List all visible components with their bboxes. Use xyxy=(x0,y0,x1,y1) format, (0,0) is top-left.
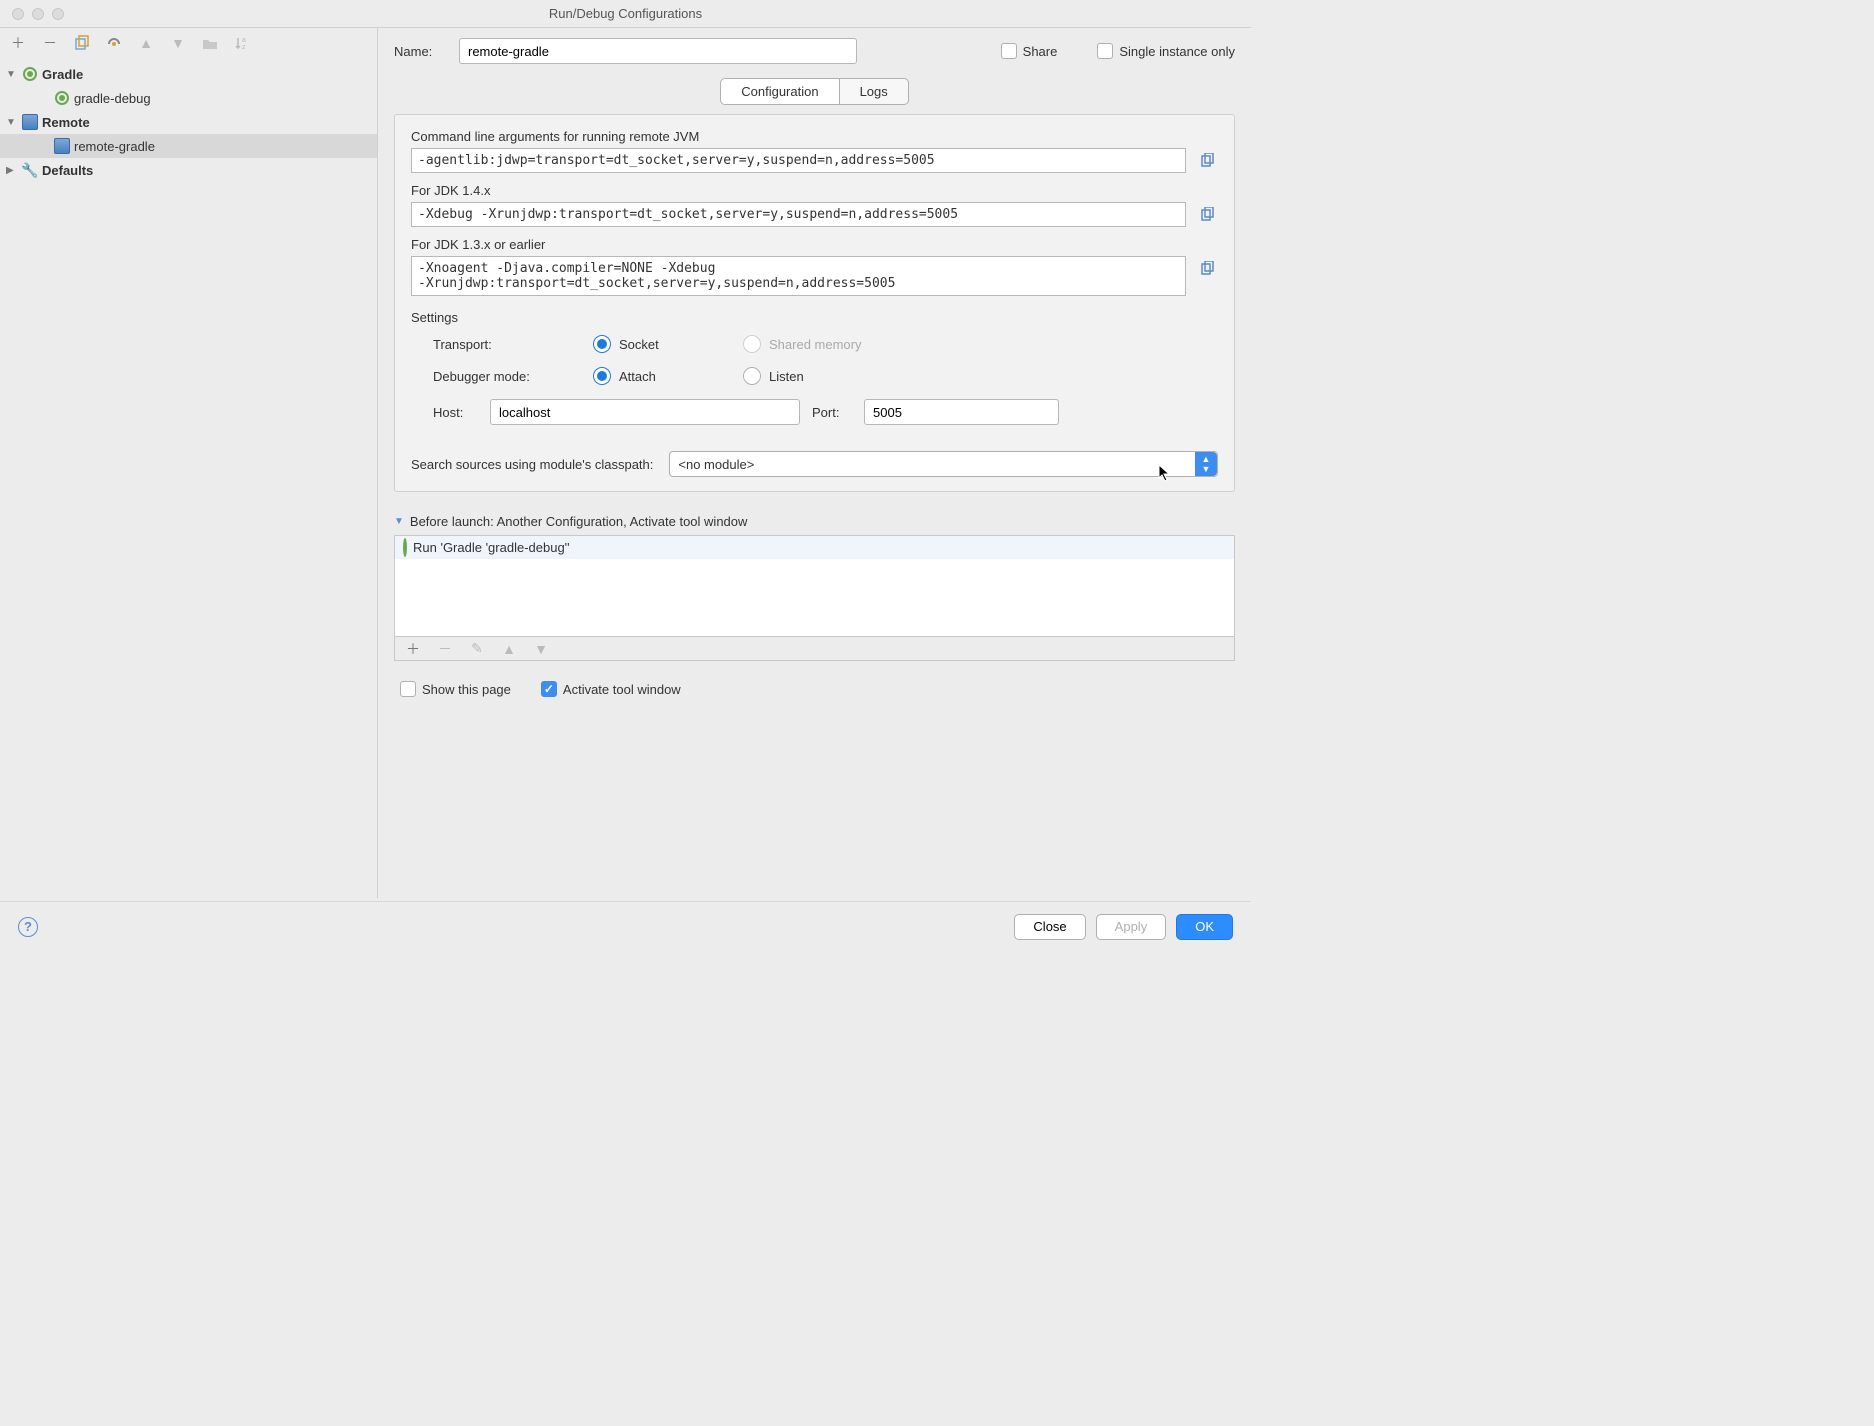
before-launch-header[interactable]: ▼ Before launch: Another Configuration, … xyxy=(394,514,1235,529)
zoom-window-icon[interactable] xyxy=(52,8,64,20)
chevron-down-icon: ▼ xyxy=(394,516,404,527)
before-launch-task[interactable]: Run 'Gradle 'gradle-debug'' xyxy=(395,536,1234,559)
remote-icon xyxy=(54,138,70,154)
close-window-icon[interactable] xyxy=(12,8,24,20)
main-panel: Name: Share Single instance only Configu… xyxy=(378,28,1251,898)
gradle-icon xyxy=(54,90,70,106)
gradle-icon xyxy=(22,66,38,82)
sort-icon[interactable]: az xyxy=(232,33,252,53)
activate-tool-window-checkbox[interactable] xyxy=(541,681,557,697)
add-config-button[interactable]: ＋ xyxy=(8,33,28,53)
host-label: Host: xyxy=(433,405,478,420)
gradle-icon xyxy=(403,540,407,555)
svg-text:z: z xyxy=(242,44,246,51)
classpath-select[interactable]: <no module> ▲▼ xyxy=(669,451,1218,477)
port-input[interactable] xyxy=(864,399,1059,425)
window-title: Run/Debug Configurations xyxy=(0,6,1251,21)
copy-icon[interactable] xyxy=(1196,258,1218,280)
tree-group-gradle[interactable]: Gradle xyxy=(0,62,377,86)
tab-configuration[interactable]: Configuration xyxy=(720,78,839,105)
radio-icon[interactable] xyxy=(593,367,611,385)
name-label: Name: xyxy=(394,44,449,59)
tree-group-remote[interactable]: Remote xyxy=(0,110,377,134)
before-launch-section: ▼ Before launch: Another Configuration, … xyxy=(394,514,1235,661)
tree-item-gradle-debug[interactable]: gradle-debug xyxy=(0,86,377,110)
show-this-page-checkbox[interactable] xyxy=(400,681,416,697)
remote-icon xyxy=(22,114,38,130)
config-tree: Gradle gradle-debug Remote remote-gradle… xyxy=(0,58,377,898)
share-checkbox-wrap[interactable]: Share xyxy=(1001,43,1058,59)
single-instance-checkbox[interactable] xyxy=(1097,43,1113,59)
single-instance-checkbox-wrap[interactable]: Single instance only xyxy=(1097,43,1235,59)
jdk14-label: For JDK 1.4.x xyxy=(411,183,1218,198)
transport-label: Transport: xyxy=(433,337,583,352)
jdk13-label: For JDK 1.3.x or earlier xyxy=(411,237,1218,252)
move-up-icon[interactable]: ▲ xyxy=(136,33,156,53)
classpath-label: Search sources using module's classpath: xyxy=(411,457,653,472)
before-launch-toolbar: ＋ － ✎ ▲ ▼ xyxy=(394,637,1235,661)
copy-icon[interactable] xyxy=(1196,204,1218,226)
footer: ? Close Apply OK xyxy=(0,901,1251,951)
classpath-value: <no module> xyxy=(678,457,754,472)
titlebar: Run/Debug Configurations xyxy=(0,0,1251,28)
debugger-attach-radio[interactable]: Attach xyxy=(593,367,733,385)
tabs: Configuration Logs xyxy=(394,78,1235,105)
jdk13-input[interactable]: -Xnoagent -Djava.compiler=NONE -Xdebug -… xyxy=(411,256,1186,296)
svg-text:a: a xyxy=(242,37,246,44)
chevron-updown-icon: ▲▼ xyxy=(1195,452,1217,476)
host-input[interactable] xyxy=(490,399,800,425)
share-label: Share xyxy=(1023,44,1058,59)
show-this-page-checkbox-wrap[interactable]: Show this page xyxy=(400,681,511,697)
apply-button[interactable]: Apply xyxy=(1096,914,1167,940)
share-checkbox[interactable] xyxy=(1001,43,1017,59)
before-launch-list[interactable]: Run 'Gradle 'gradle-debug'' xyxy=(394,535,1235,637)
debugger-listen-radio[interactable]: Listen xyxy=(743,367,923,385)
help-button[interactable]: ? xyxy=(18,917,38,937)
close-button[interactable]: Close xyxy=(1014,914,1085,940)
folder-icon[interactable] xyxy=(200,33,220,53)
remove-task-button[interactable]: － xyxy=(435,639,455,659)
single-instance-label: Single instance only xyxy=(1119,44,1235,59)
move-down-icon[interactable]: ▼ xyxy=(168,33,188,53)
sidebar: ＋ － ▲ ▼ az Gradle xyxy=(0,28,378,898)
transport-socket-radio[interactable]: Socket xyxy=(593,335,733,353)
radio-icon[interactable] xyxy=(743,367,761,385)
activate-tool-window-checkbox-wrap[interactable]: Activate tool window xyxy=(541,681,681,697)
sidebar-toolbar: ＋ － ▲ ▼ az xyxy=(0,28,377,58)
move-task-down-icon[interactable]: ▼ xyxy=(531,639,551,659)
settings-title: Settings xyxy=(411,310,1218,325)
save-config-icon[interactable] xyxy=(104,33,124,53)
tree-item-remote-gradle[interactable]: remote-gradle xyxy=(0,134,377,158)
port-label: Port: xyxy=(812,405,852,420)
wrench-icon: 🔧 xyxy=(22,162,38,178)
copy-config-icon[interactable] xyxy=(72,33,92,53)
copy-icon[interactable] xyxy=(1196,150,1218,172)
tab-logs[interactable]: Logs xyxy=(840,78,909,105)
add-task-button[interactable]: ＋ xyxy=(403,639,423,659)
radio-icon[interactable] xyxy=(593,335,611,353)
traffic-lights xyxy=(0,8,64,20)
debugger-mode-label: Debugger mode: xyxy=(433,369,583,384)
tree-group-defaults[interactable]: 🔧 Defaults xyxy=(0,158,377,182)
move-task-up-icon[interactable]: ▲ xyxy=(499,639,519,659)
cmd-args-label: Command line arguments for running remot… xyxy=(411,129,1218,144)
edit-task-icon[interactable]: ✎ xyxy=(467,639,487,659)
remove-config-button[interactable]: － xyxy=(40,33,60,53)
transport-shared-radio: Shared memory xyxy=(743,335,923,353)
cmd-args-input[interactable]: -agentlib:jdwp=transport=dt_socket,serve… xyxy=(411,148,1186,173)
jdk14-input[interactable]: -Xdebug -Xrunjdwp:transport=dt_socket,se… xyxy=(411,202,1186,227)
radio-icon xyxy=(743,335,761,353)
configuration-panel: Command line arguments for running remot… xyxy=(394,114,1235,492)
minimize-window-icon[interactable] xyxy=(32,8,44,20)
name-input[interactable] xyxy=(459,38,857,64)
ok-button[interactable]: OK xyxy=(1176,914,1233,940)
